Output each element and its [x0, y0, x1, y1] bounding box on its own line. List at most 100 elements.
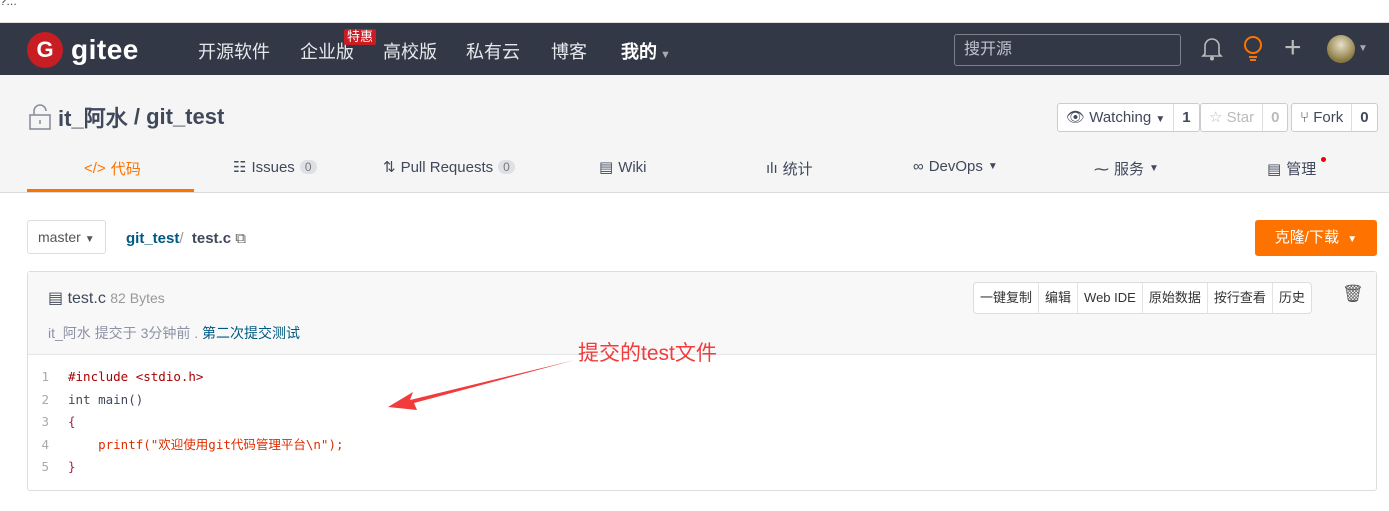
commit-message-link[interactable]: 第二次提交测试: [202, 325, 300, 341]
bell-icon[interactable]: [1201, 34, 1223, 68]
promo-badge: 特惠: [344, 29, 377, 45]
chevron-down-icon: ▼: [1149, 163, 1159, 174]
copy-all-button[interactable]: 一键复制: [974, 283, 1038, 313]
tab-manage[interactable]: ▤ 管理: [1267, 157, 1327, 179]
raw-button[interactable]: 原始数据: [1141, 283, 1207, 313]
tab-label: DevOps: [928, 158, 983, 175]
chevron-down-icon: ▼: [1347, 234, 1358, 245]
watch-label: Watching: [1089, 109, 1152, 126]
pulse-icon: ⁓: [1094, 160, 1109, 178]
chevron-down-icon: ▼: [1155, 114, 1166, 125]
watch-button[interactable]: 👁 Watching ▼ 1: [1057, 103, 1200, 132]
chevron-down-icon: ▼: [987, 161, 998, 172]
tab-pull-requests[interactable]: ⇅ Pull Requests 0: [383, 158, 515, 176]
nav-private-cloud[interactable]: 私有云: [466, 38, 520, 64]
star-count[interactable]: 0: [1262, 104, 1287, 131]
avatar[interactable]: [1327, 35, 1355, 63]
file-title: ▤ test.c 82 Bytes: [48, 288, 165, 308]
tab-stats[interactable]: ılı 统计: [766, 158, 813, 179]
repo-owner[interactable]: it_阿水: [58, 101, 128, 133]
commit-info: it_阿水 提交于 3分钟前 . 第二次提交测试: [48, 323, 300, 343]
history-button[interactable]: 历史: [1271, 283, 1311, 313]
nav-blog[interactable]: 博客: [551, 38, 587, 64]
plus-icon[interactable]: +: [1284, 31, 1302, 65]
file-viewer: ▤ test.c 82 Bytes it_阿水 提交于 3分钟前 . 第二次提交…: [27, 271, 1377, 491]
issues-count: 0: [299, 160, 317, 174]
code-block: 1 #include <stdio.h> 2 int main() 3{ 4 pri…: [28, 366, 344, 479]
repo-name[interactable]: git_test: [146, 104, 224, 130]
annotation-text: 提交的test文件: [578, 342, 717, 365]
breadcrumb-file: test.c: [191, 230, 232, 247]
code-text: int main(): [68, 391, 144, 407]
tab-label: Issues: [251, 158, 295, 176]
edit-button[interactable]: 编辑: [1038, 283, 1077, 313]
star-icon: ☆: [1209, 109, 1223, 126]
clone-download-button[interactable]: 克隆/下载 ▼: [1255, 220, 1377, 256]
nav-education[interactable]: 高校版: [383, 38, 437, 64]
tab-label: 管理: [1286, 161, 1317, 178]
bar-chart-icon: ılı: [766, 160, 778, 177]
nav-mine[interactable]: 我的 ▼: [621, 38, 671, 64]
breadcrumb-sep: /: [179, 230, 184, 247]
fork-count[interactable]: 0: [1351, 104, 1376, 131]
nav-open-source[interactable]: 开源软件: [198, 38, 270, 64]
watch-count[interactable]: 1: [1173, 104, 1198, 131]
branch-select[interactable]: master ▼: [27, 220, 106, 254]
fork-button[interactable]: ⑂ Fork 0: [1291, 103, 1378, 132]
code-line: 1 #include <stdio.h>: [28, 366, 344, 389]
tab-code[interactable]: </> 代码: [84, 158, 141, 179]
pull-request-icon: ⇅: [383, 159, 396, 176]
top-navbar: Ggitee 开源软件 企业版 特惠 高校版 私有云 博客 我的 ▼ 搜开源 +…: [0, 22, 1389, 75]
line-number: 1: [41, 369, 49, 384]
fork-icon: ⑂: [1300, 109, 1310, 126]
blame-button[interactable]: 按行查看: [1206, 283, 1272, 313]
code-text: {: [68, 414, 76, 429]
tab-label: Pull Requests: [400, 158, 494, 176]
tab-devops[interactable]: ∞ DevOps ▼: [913, 158, 998, 175]
tab-label: Wiki: [618, 158, 647, 176]
lock-icon: [29, 104, 51, 130]
copy-icon[interactable]: ⧉: [235, 230, 246, 247]
commit-time: 提交于 3分钟前 .: [94, 325, 199, 341]
code-line: 5}: [28, 456, 344, 479]
chevron-down-icon: ▼: [657, 49, 671, 61]
branch-label: master: [38, 229, 81, 245]
code-text: #include <stdio.h>: [68, 369, 204, 384]
commit-author[interactable]: it_阿水: [48, 325, 91, 341]
chevron-down-icon: ▼: [84, 234, 95, 245]
line-number: 3: [41, 414, 49, 429]
line-number: 5: [41, 459, 49, 474]
tab-label: 服务: [1114, 161, 1145, 178]
tab-label: 代码: [110, 161, 141, 178]
trash-icon[interactable]: 🗑: [1342, 284, 1364, 304]
annotation-arrow-icon: [388, 360, 575, 410]
infinity-icon: ∞: [913, 158, 924, 175]
code-line: 2 int main(): [28, 389, 344, 412]
notification-dot: [1321, 157, 1327, 162]
pr-count: 0: [498, 160, 515, 174]
tab-services[interactable]: ⁓ 服务 ▼: [1094, 158, 1159, 179]
avatar-chevron-icon[interactable]: ▼: [1358, 43, 1368, 54]
line-number: 2: [41, 391, 49, 407]
web-ide-button[interactable]: Web IDE: [1077, 283, 1142, 313]
eye-icon: 👁: [1066, 109, 1086, 126]
search-input[interactable]: 搜开源: [954, 34, 1181, 66]
tab-issues[interactable]: ☷ Issues 0: [233, 158, 317, 176]
breadcrumb: git_test/ test.c ⧉: [126, 230, 246, 247]
tab-label: 统计: [782, 161, 813, 178]
lightbulb-icon[interactable]: [1242, 35, 1264, 68]
file-icon: ▤: [48, 290, 64, 307]
code-icon: </>: [84, 160, 106, 177]
logo-text: gitee: [71, 34, 139, 65]
nav-mine-label: 我的: [621, 42, 657, 62]
code-text: printf("欢迎使用git代码管理平台\n");: [68, 436, 344, 452]
star-label: Star: [1226, 109, 1255, 126]
clone-label: 克隆/下载: [1274, 229, 1339, 246]
repo-title: it_阿水 / git_test: [28, 101, 224, 133]
breadcrumb-repo[interactable]: git_test: [126, 230, 179, 247]
logo-icon: G: [27, 32, 63, 68]
star-button[interactable]: ☆ Star 0: [1200, 103, 1289, 132]
tab-wiki[interactable]: ▤ Wiki: [599, 158, 647, 177]
code-text: }: [68, 459, 76, 474]
gitee-logo[interactable]: Ggitee: [27, 32, 139, 68]
